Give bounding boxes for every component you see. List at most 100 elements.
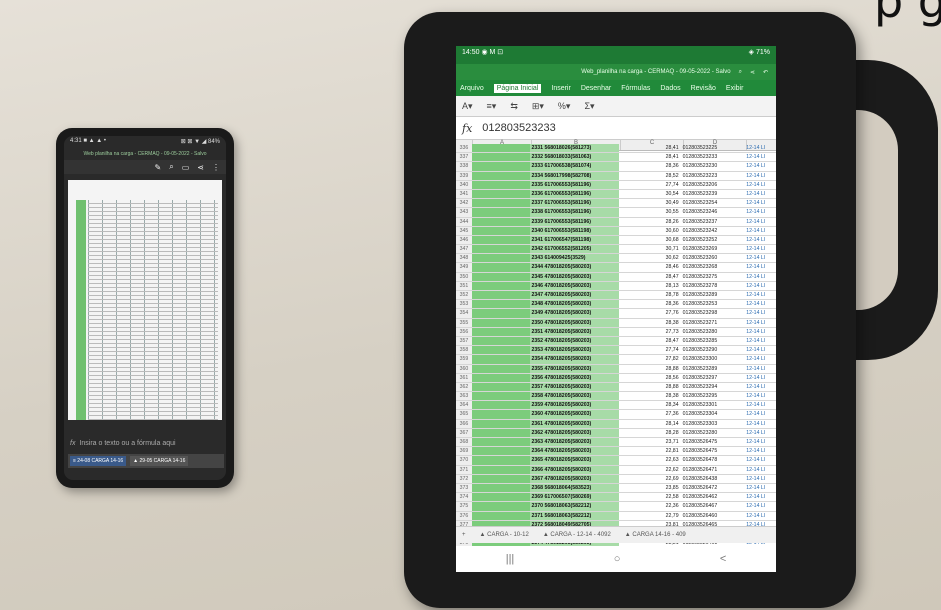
cell-b[interactable]: 2364 478018205(580203) [529,447,619,456]
search-icon[interactable]: ⌕ [739,69,742,76]
cell-c[interactable]: 28,13 [619,282,681,290]
cell-c[interactable]: 28,38 [619,392,681,400]
table-row[interactable]: 345 2340 617006553(581198) 30,60 0128035232… [456,226,776,236]
search-icon[interactable]: ⌕ [169,162,173,172]
cell-e[interactable]: 12-14 LI [744,282,776,290]
table-row[interactable]: 366 2361 478018205(580203) 28,14 0128035233… [456,419,776,429]
merge-icon[interactable]: ⊞▾ [532,101,544,112]
phone-sheet-tab[interactable]: ▲ 29-05 CARGA 14-16 [130,456,189,466]
cell-d[interactable]: 012803523269 [681,245,745,253]
cell-b[interactable]: 2349 478018205(580203) [529,309,619,318]
row-number[interactable]: 352 [456,291,472,300]
table-row[interactable]: 347 2342 617006552(581205) 30,71 0128035232… [456,245,776,255]
cell-b[interactable]: 2367 478018205(580203) [529,474,619,483]
cell-a[interactable] [471,235,530,245]
table-row[interactable]: 357 2352 478018205(580203) 28,47 0128035232… [456,336,776,347]
cell-c[interactable]: 28,47 [619,273,681,281]
cell-d[interactable]: 012803523295 [681,392,745,400]
cell-d[interactable]: 012803523225 [681,144,745,152]
table-row[interactable]: 375 2370 568018063(582212) 22,36 0128035264… [456,502,776,512]
cell-d[interactable]: 012803523223 [681,172,745,180]
cell-b[interactable]: 2345 478018205(580203) [529,272,619,281]
cell-b[interactable]: 2337 617006553(581196) [529,199,619,208]
font-color-icon[interactable]: A▾ [462,101,473,112]
cell-c[interactable]: 30,71 [619,245,681,253]
sheet-tab[interactable]: ▲ CARGA - 10-12 [480,532,529,538]
cell-c[interactable]: 27,36 [619,410,681,418]
cell-e[interactable]: 12-14 LI [744,456,776,464]
cell-c[interactable]: 28,41 [619,144,681,152]
cell-e[interactable]: 12-14 LI [744,236,776,244]
cell-a[interactable] [471,336,530,346]
cell-b[interactable]: 2356 478018205(580203) [529,373,619,382]
table-row[interactable]: 355 2350 478018205(580203) 28,38 0128035232… [456,318,776,328]
row-number[interactable]: 368 [456,438,472,447]
cell-c[interactable]: 28,36 [619,162,681,170]
cell-b[interactable]: 2359 478018205(580203) [529,401,619,410]
cell-e[interactable]: 12-14 LI [744,190,776,198]
cell-e[interactable]: 12-14 LI [744,355,776,363]
cell-b[interactable]: 2342 617006552(581205) [529,245,619,254]
back-button[interactable]: < [720,553,726,565]
cell-c[interactable]: 27,82 [619,355,681,363]
cell-e[interactable]: 12-14 LI [744,502,776,510]
cell-e[interactable]: 12-14 LI [744,144,776,152]
row-number[interactable]: 373 [456,483,472,493]
recents-button[interactable]: ||| [506,553,515,565]
row-number[interactable]: 372 [456,474,472,483]
cell-d[interactable]: 012803523252 [681,236,745,244]
table-row[interactable]: 344 2339 617006553(581196) 28,26 0128035232… [456,217,776,227]
cell-c[interactable]: 30,54 [619,190,681,198]
cell-b[interactable]: 2334 568017998(582708) [529,171,619,180]
sheet-tab[interactable]: ▲ CARGA - 12-14 - 4092 [543,532,611,538]
row-number[interactable]: 370 [456,456,472,465]
table-row[interactable]: 352 2347 478018205(580203) 28,78 0128035232… [456,291,776,301]
table-row[interactable]: 369 2364 478018205(580203) 22,81 0128035264… [456,447,776,457]
cell-b[interactable]: 2339 617006553(581196) [529,217,619,226]
cell-a[interactable] [471,511,530,520]
cell-e[interactable]: 12-14 LI [744,512,776,520]
table-row[interactable]: 373 2368 568018064(583523) 23,85 0128035264… [456,483,776,494]
cell-a[interactable] [471,309,530,318]
table-row[interactable]: 359 2354 478018205(580203) 27,82 0128035233… [456,355,776,365]
cell-b[interactable]: 2369 617006507(580269) [529,493,619,502]
cell-b[interactable]: 2362 478018205(580203) [529,428,619,437]
cell-b[interactable]: 2358 478018205(580203) [529,392,619,401]
cell-e[interactable]: 12-14 LI [744,172,776,180]
cell-e[interactable]: 12-14 LI [744,162,776,170]
cell-a[interactable] [471,401,530,410]
cell-e[interactable]: 12-14 LI [744,429,776,437]
table-row[interactable]: 363 2358 478018205(580203) 28,38 0128035232… [456,392,776,402]
cell-c[interactable]: 23,71 [619,438,681,446]
ribbon-toolbar[interactable]: A▾ ≡▾ ⇆ ⊞▾ %▾ Σ▾ [456,96,776,117]
tablet-sheet-tabs[interactable]: + ▲ CARGA - 10-12 ▲ CARGA - 12-14 - 4092… [456,526,776,543]
row-number[interactable]: 337 [456,153,472,162]
ribbon-tab-formulas[interactable]: Fórmulas [621,85,650,92]
row-number[interactable]: 345 [456,226,472,235]
cell-c[interactable]: 23,85 [619,484,681,492]
cell-e[interactable]: 12-14 LI [744,227,776,235]
cell-a[interactable] [471,346,530,355]
phone-spreadsheet-grid[interactable] [68,180,222,420]
cell-a[interactable] [471,226,530,235]
ribbon-tab-inserir[interactable]: Inserir [551,85,570,92]
comment-icon[interactable]: ▭ [182,163,190,172]
table-row[interactable]: 339 2334 568017998(582708) 28,52 0128035232… [456,171,776,181]
row-number[interactable]: 344 [456,217,472,226]
undo-icon[interactable]: ↶ [763,69,768,76]
cell-c[interactable]: 30,68 [619,236,681,244]
cell-d[interactable]: 012803523278 [681,282,745,290]
cell-b[interactable]: 2355 478018205(580203) [529,364,619,373]
cell-e[interactable]: 12-14 LI [744,383,776,391]
cell-b[interactable]: 2332 568018033(581063) [529,153,619,162]
cell-e[interactable]: 12-14 LI [744,365,776,373]
cell-d[interactable]: 012803523246 [681,208,745,216]
cell-d[interactable]: 012803526462 [681,493,745,501]
cell-b[interactable]: 2343 614009425(3529) [529,254,619,263]
row-number[interactable]: 340 [456,180,472,189]
cell-b[interactable]: 2365 478018205(580203) [529,456,619,465]
table-row[interactable]: 354 2349 478018205(580203) 27,76 0128035232… [456,309,776,319]
row-number[interactable]: 350 [456,272,472,281]
row-number[interactable]: 367 [456,428,472,437]
table-row[interactable]: 362 2357 478018205(580203) 28,88 0128035232… [456,382,776,393]
